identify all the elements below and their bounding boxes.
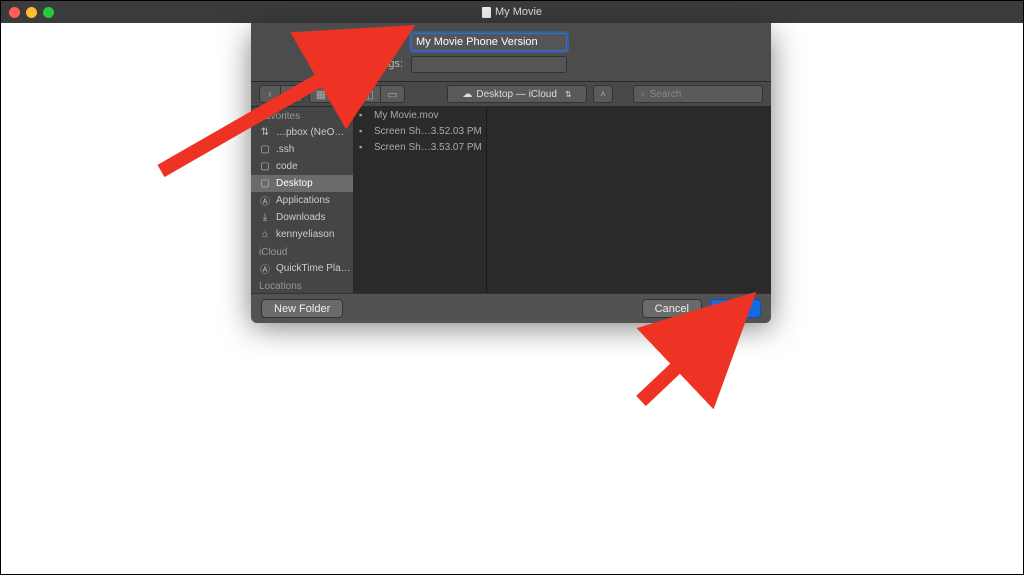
app-window: My Movie doing incredible thing Export A… [0,0,1024,575]
sidebar-item-label: …pbox (NeO… [276,127,344,138]
file-icon: ▪ [359,142,369,152]
search-placeholder: Search [650,89,682,100]
titlebar: My Movie [1,1,1023,23]
sidebar-item-label: .ssh [276,144,294,155]
browser-toolbar: ‹ › ▦ ≡ ◫ ▭ ☁ Desktop — iCloud ⇅ ˄ ⌕ Sea… [251,81,771,107]
file-browser: Favorites ⇅ …pbox (NeO… ▢ .ssh ▢ code ▢ Desktop Ⓐ… [251,107,771,293]
sidebar-item-label: QuickTime Pla… [276,263,351,274]
sidebar-item[interactable]: Ⓐ QuickTime Pla… [251,260,353,277]
file-name: Screen Sh…3.52.03 PM [374,126,482,137]
icon-view-button[interactable]: ▦ [309,85,333,103]
folder-icon: ▢ [259,161,271,172]
sidebar-item[interactable]: Ⓐ Applications [251,192,353,209]
folder-icon: ⌂ [259,229,271,240]
export-as-label: Export As: [263,36,411,48]
file-icon: ▪ [359,126,369,136]
tags-label: Tags: [263,58,411,70]
location-popup[interactable]: ☁ Desktop — iCloud ⇅ [447,85,587,103]
folder-icon: Ⓐ [259,193,271,208]
file-icon: ▪ [359,110,369,120]
location-label: Desktop — iCloud [476,89,557,100]
window-title: My Movie [1,6,1023,18]
sidebar-item-label: Applications [276,195,330,206]
collapse-button[interactable]: ˄ [593,85,613,103]
file-row[interactable]: ▪Screen Sh…3.53.07 PM☁ [353,139,486,155]
sidebar: Favorites ⇅ …pbox (NeO… ▢ .ssh ▢ code ▢ Desktop Ⓐ… [251,107,353,293]
search-field[interactable]: ⌕ Search [633,85,763,103]
sidebar-item[interactable]: ▢ .ssh [251,141,353,158]
sidebar-group-label: iCloud [251,243,353,260]
chevron-updown-icon: ⇅ [565,90,572,99]
search-icon: ⌕ [640,89,646,100]
sidebar-item[interactable]: ⤓ Downloads [251,209,353,226]
form-area: Export As: Tags: [251,23,771,81]
sidebar-item[interactable]: ⌂ kennyeliason [251,226,353,243]
dialog-footer: New Folder Cancel Save [251,293,771,323]
nav-buttons: ‹ › [259,85,303,103]
save-button[interactable]: Save [710,299,761,318]
gallery-view-button[interactable]: ▭ [381,85,405,103]
sidebar-item-label: Downloads [276,212,325,223]
document-icon [482,7,491,18]
folder-icon: ⇅ [259,127,271,138]
cancel-button[interactable]: Cancel [642,299,702,318]
file-column: ▪ My Movie.mov ▪ Screen Sh…3.52.03 PM ▪ Scree… [353,107,487,293]
window-title-text: My Movie [495,6,542,18]
save-dialog: Export As: Tags: ‹ › ▦ ≡ ◫ ▭ ☁ Deskt [251,23,771,317]
sidebar-item-label: code [276,161,298,172]
export-as-input[interactable] [411,33,567,51]
folder-icon: ▢ [259,144,271,155]
list-view-button[interactable]: ≡ [333,85,357,103]
cloud-icon: ☁ [462,89,472,100]
file-row[interactable]: ▪ Screen Sh…3.52.03 PM [353,123,486,139]
view-mode-segment: ▦ ≡ ◫ ▭ [309,85,405,103]
file-name: My Movie.mov [374,110,438,121]
sidebar-item-label: kennyeliason [276,229,334,240]
forward-button[interactable]: › [281,85,303,103]
folder-icon: ⤓ [259,212,271,223]
tags-input[interactable] [411,56,567,73]
column-view-button[interactable]: ◫ [357,85,381,103]
back-button[interactable]: ‹ [259,85,281,103]
sidebar-group-label: Locations [251,277,353,293]
sidebar-item[interactable]: ▢ Desktop [251,175,353,192]
sidebar-group-label: Favorites [251,107,353,124]
sidebar-item-label: Desktop [276,178,313,189]
file-row[interactable]: ▪ My Movie.mov [353,107,486,123]
folder-icon: ▢ [259,178,271,189]
file-name: Screen Sh…3.53.07 PM [374,142,482,153]
preview-column [487,107,771,293]
sidebar-item[interactable]: ▢ code [251,158,353,175]
folder-icon: Ⓐ [259,261,271,276]
sidebar-item[interactable]: ⇅ …pbox (NeO… [251,124,353,141]
new-folder-button[interactable]: New Folder [261,299,343,318]
